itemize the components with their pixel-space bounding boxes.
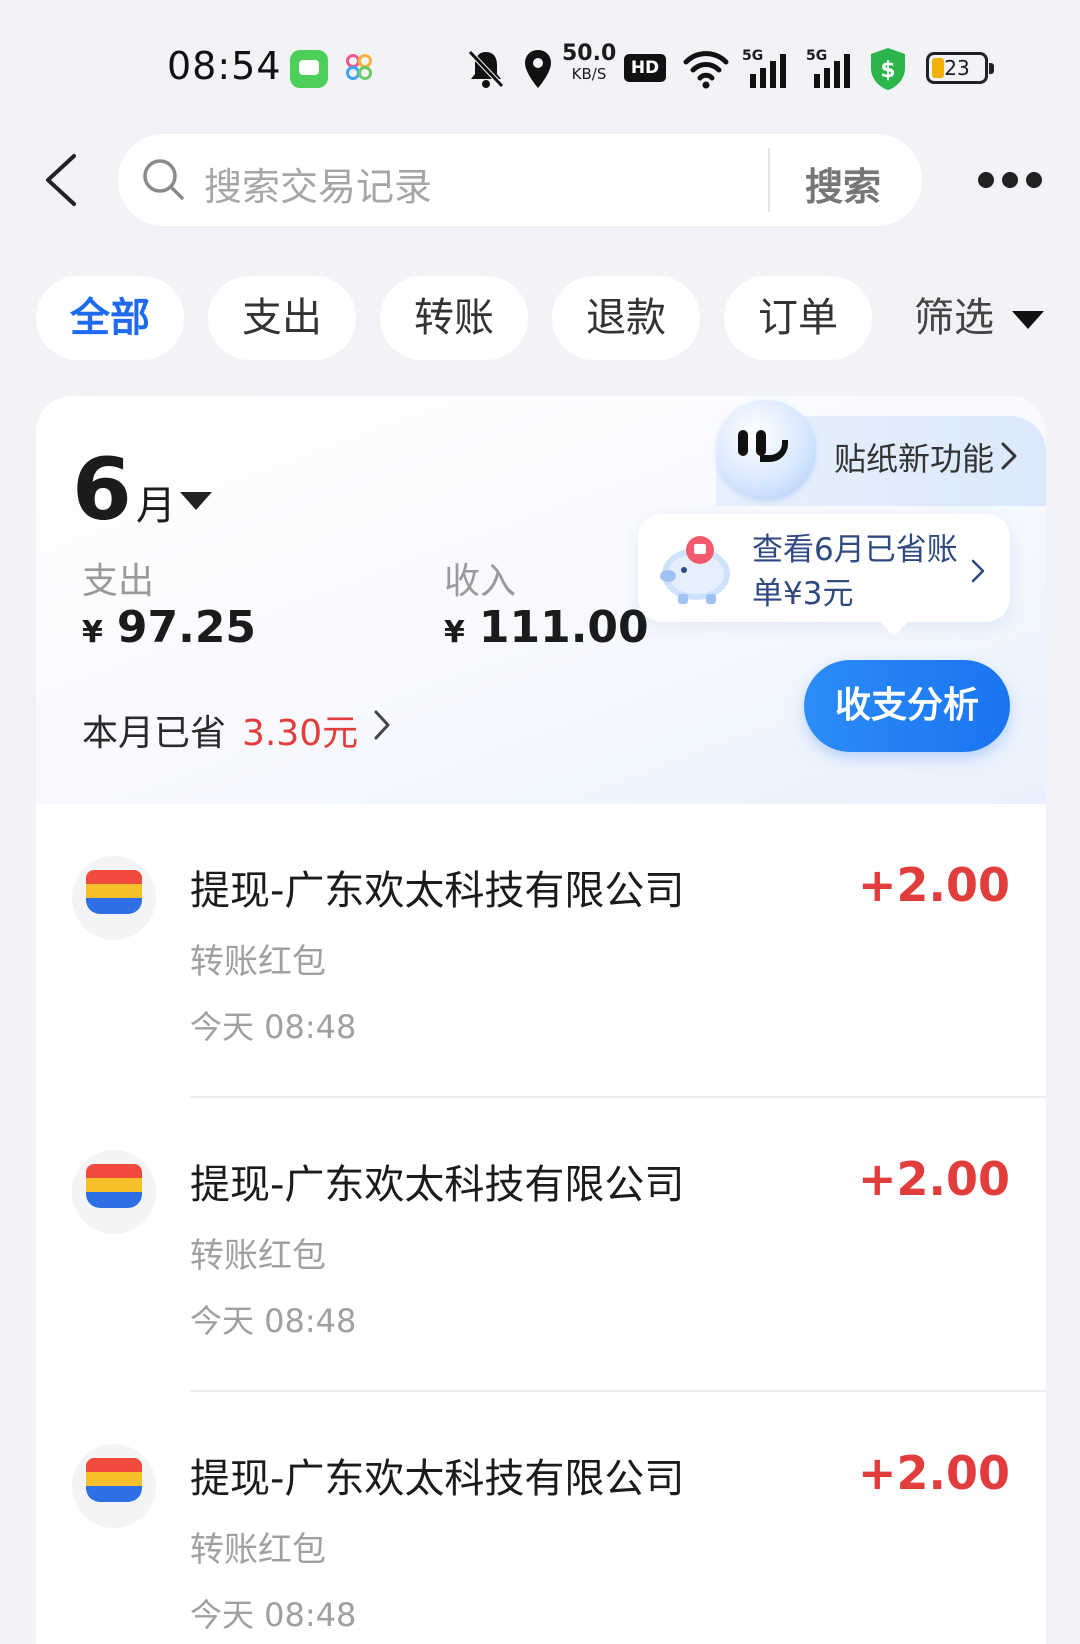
filter-dropdown-icon	[1012, 311, 1044, 329]
month-selector[interactable]: 6月	[72, 440, 176, 540]
sticker-mascot-icon[interactable]	[716, 400, 816, 500]
bell-muted-icon	[468, 50, 504, 88]
month-dropdown-icon[interactable]	[180, 492, 212, 510]
tab-refund[interactable]: 退款	[552, 276, 700, 360]
search-input[interactable]: 搜索交易记录	[204, 156, 432, 211]
chevron-right-icon	[971, 559, 985, 583]
search-bar[interactable]: 搜索交易记录 搜索	[118, 134, 922, 226]
saved-bill-text: 查看6月已省账单¥3元	[752, 532, 958, 612]
income-label: 收入	[444, 561, 517, 602]
transaction-amount: +2.00	[857, 1446, 1010, 1500]
search-button[interactable]: 搜索	[788, 156, 898, 211]
location-icon	[525, 50, 551, 88]
chevron-right-icon	[1001, 442, 1017, 470]
shield-icon: $	[871, 48, 905, 90]
transaction-category: 转账红包	[190, 942, 326, 982]
income-amount: ¥111.00	[444, 602, 649, 653]
saved-amount: 3.30元	[242, 713, 359, 754]
piggy-bank-icon	[660, 536, 730, 604]
transaction-category: 转账红包	[190, 1236, 326, 1276]
more-options-icon[interactable]	[978, 170, 1044, 192]
tab-transfer[interactable]: 转账	[380, 276, 528, 360]
transaction-item[interactable]: 提现-广东欢太科技有限公司 转账红包 今天 08:48 +2.00	[36, 1098, 1046, 1392]
expense-label: 支出	[82, 561, 155, 602]
transaction-category: 转账红包	[190, 1530, 326, 1570]
status-time: 08:54	[167, 44, 282, 88]
network-speed: 50.0 KB/S	[562, 41, 617, 84]
transaction-title: 提现-广东欢太科技有限公司	[190, 868, 685, 914]
chevron-right-icon	[374, 710, 390, 740]
month-number: 6	[72, 440, 132, 540]
month-unit: 月	[135, 483, 176, 529]
tab-all[interactable]: 全部	[36, 276, 184, 360]
transaction-time: 今天 08:48	[190, 1302, 357, 1340]
transaction-list: 提现-广东欢太科技有限公司 转账红包 今天 08:48 +2.00 提现-广东欢…	[36, 804, 1046, 1644]
transaction-amount: +2.00	[857, 858, 1010, 912]
svg-text:$: $	[880, 58, 895, 83]
sticker-feature-label[interactable]: 贴纸新功能	[834, 434, 994, 480]
hd-badge: HD	[624, 54, 666, 82]
transaction-title: 提现-广东欢太科技有限公司	[190, 1456, 685, 1502]
filter-button[interactable]: 筛选	[914, 276, 1044, 360]
wallet-icon	[72, 1444, 156, 1528]
transaction-item[interactable]: 提现-广东欢太科技有限公司 转账红包 今天 08:48 +2.00	[36, 804, 1046, 1098]
search-icon	[143, 159, 184, 200]
wallet-icon	[72, 1150, 156, 1234]
transaction-time: 今天 08:48	[190, 1596, 357, 1634]
saved-bill-bubble[interactable]: 查看6月已省账单¥3元	[638, 514, 1010, 636]
signal-icon-2: 5G	[806, 48, 856, 88]
transactions-page: 08:54 50.0 KB/S HD 5G 5G $ 23 搜索交易记录 搜索 …	[0, 0, 1080, 1644]
tab-orders[interactable]: 订单	[724, 276, 872, 360]
wallet-icon	[72, 856, 156, 940]
signal-icon: 5G	[742, 48, 792, 88]
transaction-item[interactable]: 提现-广东欢太科技有限公司 转账红包 今天 08:48 +2.00	[36, 1392, 1046, 1644]
transaction-amount: +2.00	[857, 1152, 1010, 1206]
tab-expense[interactable]: 支出	[208, 276, 356, 360]
back-button[interactable]	[40, 150, 84, 210]
wifi-icon	[683, 51, 729, 89]
transaction-title: 提现-广东欢太科技有限公司	[190, 1162, 685, 1208]
currency-symbol: ¥	[82, 615, 103, 650]
income-expense-analysis-button[interactable]: 收支分析	[804, 660, 1010, 752]
saved-label: 本月已省	[82, 713, 227, 754]
filter-label: 筛选	[914, 295, 994, 341]
search-divider	[768, 148, 770, 212]
chat-app-icon	[290, 50, 328, 88]
transaction-time: 今天 08:48	[190, 1008, 357, 1046]
currency-symbol: ¥	[444, 615, 465, 650]
photos-app-icon	[346, 54, 376, 84]
status-bar: 08:54 50.0 KB/S HD 5G 5G $ 23	[0, 0, 1080, 130]
expense-amount: ¥97.25	[82, 602, 257, 653]
monthly-saved-row[interactable]: 本月已省 3.30元	[82, 704, 358, 756]
battery-icon: 23	[926, 52, 994, 84]
